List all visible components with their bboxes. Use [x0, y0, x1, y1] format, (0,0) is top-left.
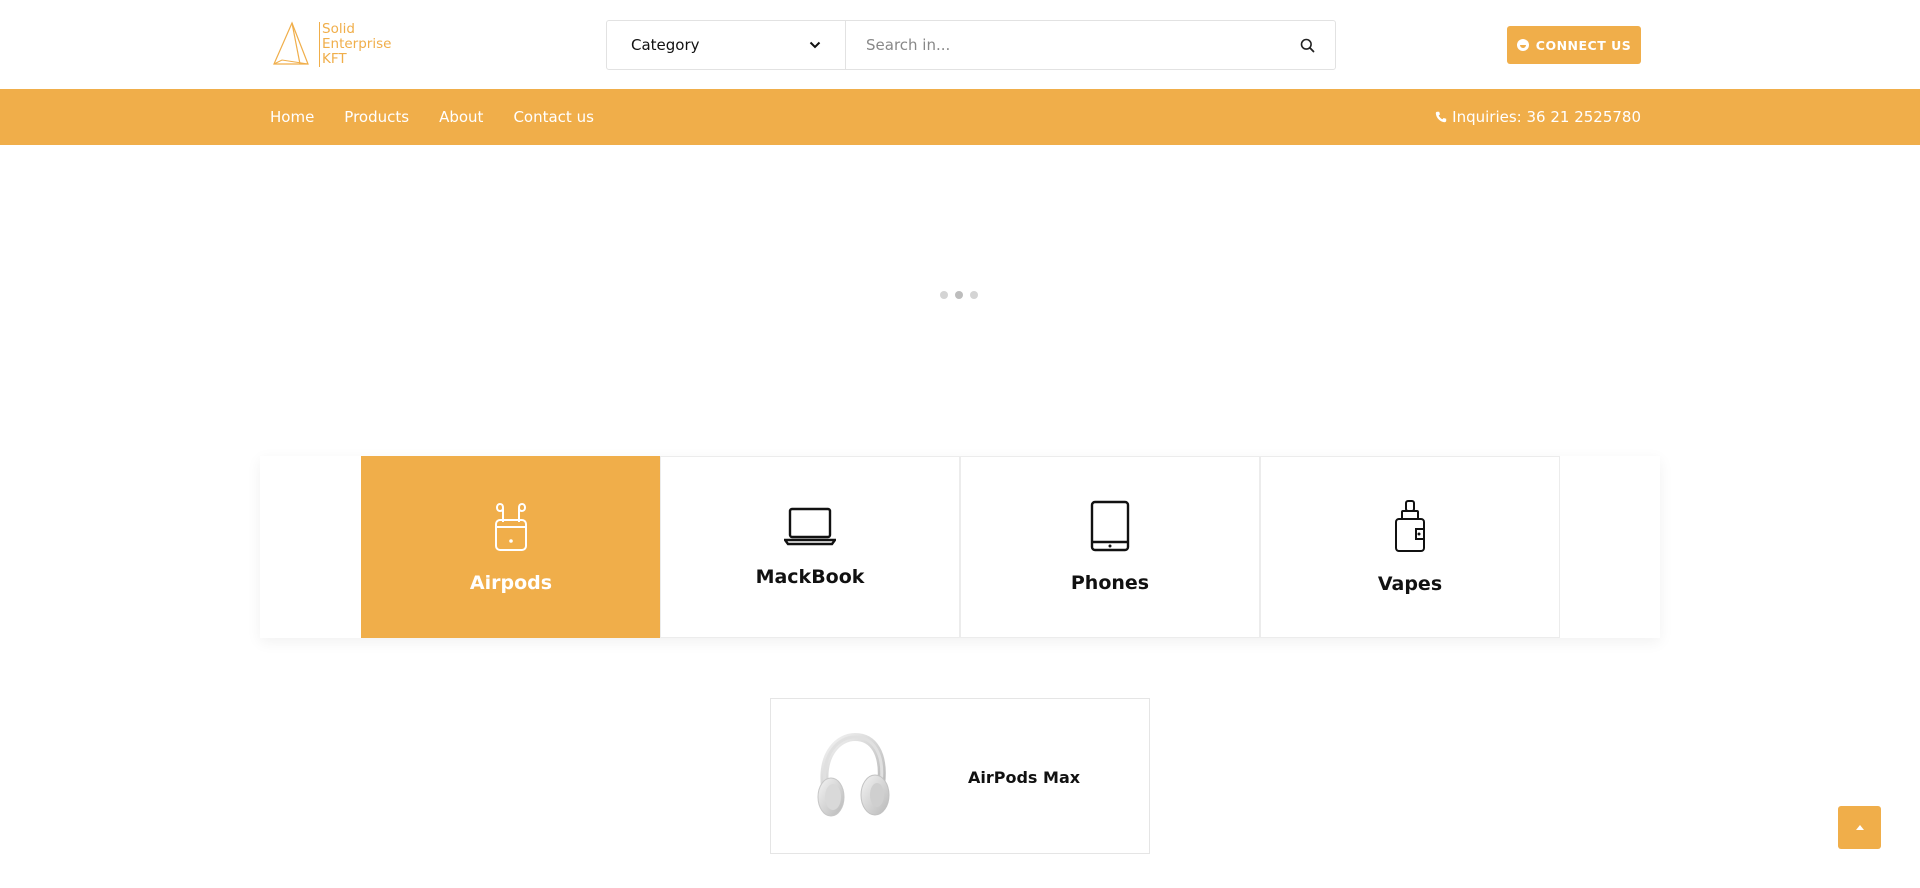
loader-dot	[955, 291, 963, 299]
nav-item-contact[interactable]: Contact us	[513, 108, 593, 126]
logo-line-3: KFT	[322, 50, 347, 67]
search-bar: Category	[606, 20, 1336, 70]
category-carousel: Airpods MackBook Phones Vapes	[260, 456, 1660, 638]
logo-line-1: Solid	[322, 20, 355, 37]
category-label: Vapes	[1377, 573, 1443, 595]
product-card[interactable]: AirPods Max	[770, 698, 1150, 854]
category-dropdown[interactable]: Category	[607, 21, 846, 69]
category-label: Airpods	[469, 572, 553, 594]
chevron-up-icon	[1855, 825, 1864, 830]
site-logo[interactable]: Solid Enterprise KFT	[270, 20, 396, 68]
search-icon	[1300, 38, 1314, 52]
category-dropdown-label: Category	[631, 36, 700, 54]
pyramid-logo-icon	[273, 21, 309, 65]
nav-item-about[interactable]: About	[439, 108, 483, 126]
logo-line-2: Enterprise	[322, 35, 392, 52]
category-label: MackBook	[755, 566, 865, 588]
nav-links: Home Products About Contact us	[270, 89, 594, 145]
inquiries-text: Inquiries: 36 21 2525780	[1452, 108, 1641, 126]
laptop-icon	[784, 507, 836, 546]
category-tile-airpods[interactable]: Airpods	[361, 456, 661, 638]
loader-dot	[940, 291, 948, 299]
chevron-down-icon	[809, 41, 821, 49]
top-header: Solid Enterprise KFT Category CONNECT US	[0, 0, 1920, 89]
loader-dot	[970, 291, 978, 299]
scroll-to-top-button[interactable]	[1838, 806, 1881, 849]
inquiries-info: Inquiries: 36 21 2525780	[1435, 89, 1641, 145]
airpods-icon	[495, 503, 527, 551]
category-tile-mackbook[interactable]: MackBook	[660, 456, 960, 638]
search-button[interactable]	[1279, 21, 1335, 69]
category-tile-vapes[interactable]: Vapes	[1260, 456, 1560, 638]
category-tile-phones[interactable]: Phones	[960, 456, 1260, 638]
product-name: AirPods Max	[968, 767, 1081, 787]
nav-item-home[interactable]: Home	[270, 108, 314, 126]
connect-us-button[interactable]: CONNECT US	[1507, 26, 1641, 64]
headphones-image	[817, 732, 890, 817]
nav-item-products[interactable]: Products	[344, 108, 409, 126]
slider-loading-indicator	[940, 291, 978, 299]
category-label: Phones	[1070, 572, 1150, 594]
main-nav: Home Products About Contact us Inquiries…	[0, 89, 1920, 145]
smile-icon	[1516, 39, 1529, 51]
tablet-icon	[1090, 500, 1130, 552]
vape-icon	[1395, 500, 1425, 552]
phone-icon	[1435, 111, 1447, 123]
logo-text: Solid Enterprise KFT	[319, 20, 392, 67]
search-input[interactable]	[846, 21, 1279, 69]
connect-us-label: CONNECT US	[1535, 37, 1632, 53]
